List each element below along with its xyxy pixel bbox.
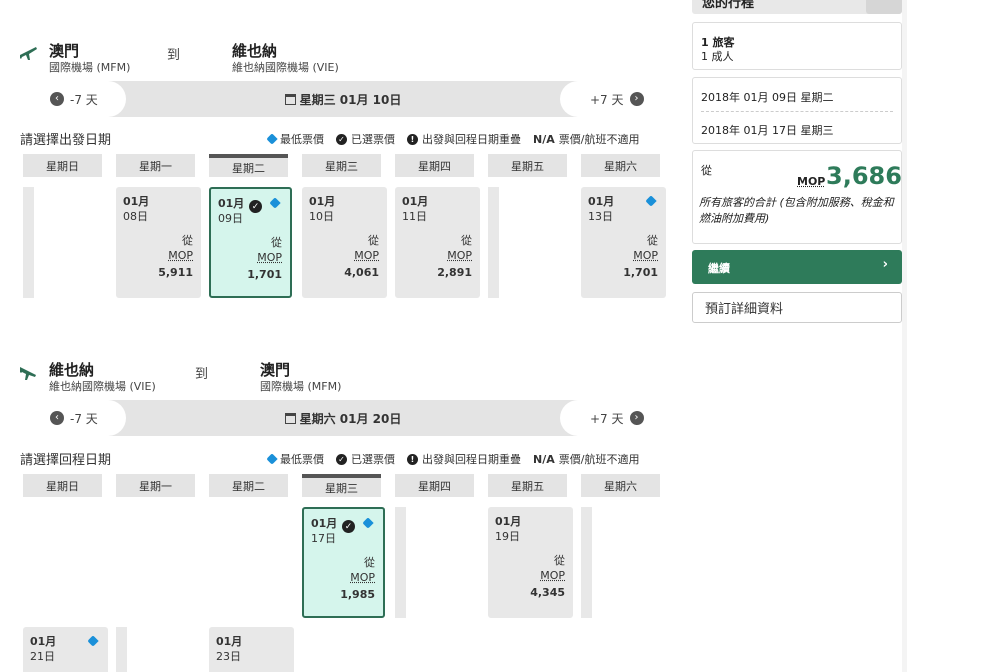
summary-heading-bar: 您的行程	[692, 0, 902, 14]
outbound-cell-unavailable	[488, 187, 499, 298]
itinerary-dates-box: 2018年 01月 09日 星期二 2018年 01月 17日 星期三	[692, 77, 902, 144]
outbound-from-airport: 國際機場 (MFM)	[49, 61, 131, 74]
outbound-to-airport: 維也納國際機場 (VIE)	[232, 61, 339, 74]
outbound-date-cell[interactable]: 01月 08日 從 MOP 5,911	[116, 187, 201, 298]
outbound-select-label: 請選擇出發日期	[20, 133, 112, 148]
outbound-cell-unavailable	[23, 187, 34, 298]
inbound-to-airport: 國際機場 (MFM)	[260, 380, 342, 393]
inbound-cell-unavailable	[116, 627, 127, 672]
inbound-from-city: 維也納	[49, 361, 95, 379]
inbound-from-airport: 維也納國際機場 (VIE)	[49, 380, 156, 393]
outbound-weekday-thu: 星期四	[395, 154, 474, 177]
inbound-weekday-tue: 星期二	[209, 474, 288, 497]
total-note: 所有旅客的合計 (包含附加服務、稅金和燃油附加費用)	[699, 196, 894, 225]
check-icon: ✓	[342, 520, 355, 533]
plane-depart-icon	[20, 47, 37, 60]
depart-date: 2018年 01月 09日 星期二	[701, 91, 834, 104]
price-tag-icon	[266, 133, 278, 145]
price-tag-icon	[269, 197, 281, 209]
inbound-cell-unavailable	[581, 507, 592, 618]
inbound-to-city: 澳門	[260, 361, 291, 379]
inbound-weekday-fri: 星期五	[488, 474, 567, 497]
plane-return-icon	[20, 367, 36, 380]
inbound-legend: 最低票價 ✓ 已選票價 ! 出發與回程日期重疊 N/A 票價/航班不適用	[256, 451, 639, 467]
arrow-left-icon: ‹	[50, 92, 64, 106]
exclamation-icon: !	[407, 133, 418, 145]
outbound-weekday-sat: 星期六	[581, 154, 660, 177]
arrow-right-icon: ›	[629, 411, 644, 425]
outbound-weekday-fri: 星期五	[488, 154, 567, 177]
price-tag-icon	[266, 453, 278, 465]
return-date: 2018年 01月 17日 星期三	[701, 124, 834, 137]
continue-button[interactable]: 繼續 ›	[692, 250, 902, 284]
inbound-prev-week-button[interactable]: ‹ -7 天	[16, 400, 126, 436]
outbound-weekday-wed: 星期三	[302, 154, 381, 177]
inbound-weekday-mon: 星期一	[116, 474, 195, 497]
outbound-date-cell[interactable]: 01月 13日 從 MOP 1,701	[581, 187, 666, 298]
travelers-box: 1 旅客 1 成人	[692, 22, 902, 70]
inbound-date-cell[interactable]: 01月 23日	[209, 627, 294, 672]
price-tag-icon	[87, 635, 99, 647]
inbound-to-label: 到	[195, 367, 209, 382]
inbound-weekday-sun: 星期日	[23, 474, 102, 497]
outbound-to-city: 維也納	[232, 42, 278, 60]
inbound-weekday-thu: 星期四	[395, 474, 474, 497]
outbound-next-week-button[interactable]: +7 天 ›	[560, 81, 670, 117]
arrow-left-icon: ‹	[50, 411, 64, 425]
inbound-date-nav: 星期六 01月 20日 ‹ -7 天 +7 天 ›	[16, 400, 670, 436]
check-icon: ✓	[336, 453, 347, 465]
total-price: 3,686	[826, 162, 902, 190]
inbound-cell-unavailable	[395, 507, 406, 618]
collapse-toggle[interactable]	[866, 0, 902, 14]
right-gutter	[902, 0, 907, 672]
price-tag-icon	[645, 195, 657, 207]
outbound-date-cell-selected[interactable]: 01月 09日 ✓ 從 MOP 1,701	[209, 187, 292, 298]
travelers-type: 1 成人	[701, 50, 734, 63]
check-icon: ✓	[249, 200, 262, 213]
price-from-label: 從	[701, 164, 712, 177]
check-icon: ✓	[336, 133, 347, 145]
inbound-date-cell[interactable]: 01月 21日	[23, 627, 108, 672]
outbound-weekday-sun: 星期日	[23, 154, 102, 177]
booking-details-button[interactable]: 預訂詳細資料	[692, 292, 902, 323]
inbound-weekday-sat: 星期六	[581, 474, 660, 497]
summary-heading: 您的行程	[702, 0, 755, 11]
price-tag-icon	[362, 517, 374, 529]
chevron-right-icon: ›	[882, 257, 888, 272]
outbound-legend: 最低票價 ✓ 已選票價 ! 出發與回程日期重疊 N/A 票價/航班不適用	[256, 131, 639, 147]
outbound-date-cell[interactable]: 01月 10日 從 MOP 4,061	[302, 187, 387, 298]
outbound-prev-week-button[interactable]: ‹ -7 天	[16, 81, 126, 117]
inbound-date-cell[interactable]: 01月 19日 從 MOP 4,345	[488, 507, 573, 618]
calendar-icon	[284, 412, 296, 424]
outbound-from-city: 澳門	[49, 42, 80, 60]
inbound-date-cell-selected[interactable]: 01月 17日 ✓ 從 MOP 1,985	[302, 507, 385, 618]
inbound-next-week-button[interactable]: +7 天 ›	[560, 400, 670, 436]
total-price-box: 從 MOP 3,686 所有旅客的合計 (包含附加服務、稅金和燃油附加費用)	[692, 150, 902, 244]
outbound-weekday-mon: 星期一	[116, 154, 195, 177]
arrow-right-icon: ›	[629, 92, 644, 106]
exclamation-icon: !	[407, 453, 418, 465]
total-currency: MOP	[797, 175, 826, 188]
outbound-date-cell[interactable]: 01月 11日 從 MOP 2,891	[395, 187, 480, 298]
calendar-icon	[284, 93, 296, 105]
outbound-weekday-tue: 星期二	[209, 154, 288, 177]
outbound-to-label: 到	[167, 48, 181, 63]
inbound-select-label: 請選擇回程日期	[20, 453, 112, 468]
outbound-date-nav: 星期三 01月 10日 ‹ -7 天 +7 天 ›	[16, 81, 670, 117]
inbound-weekday-wed: 星期三	[302, 474, 381, 497]
